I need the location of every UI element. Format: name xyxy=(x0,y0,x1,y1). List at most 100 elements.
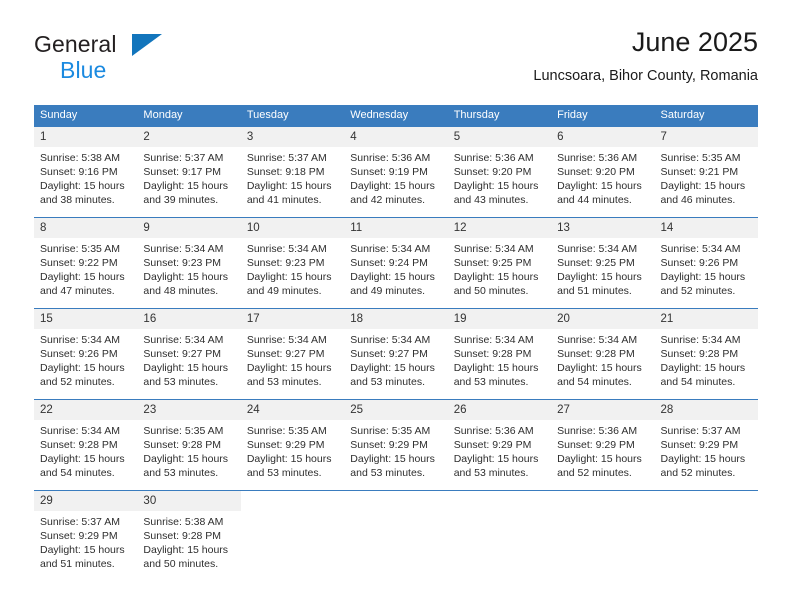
calendar-day-cell[interactable]: 5 Sunrise: 5:36 AM Sunset: 9:20 PM Daylight… xyxy=(447,126,552,218)
calendar-day-cell[interactable]: 22 Sunrise: 5:34 AM Sunset: 9:28 PM Dayligh… xyxy=(34,399,138,491)
day-cell-inner: 16 Sunrise: 5:34 AM Sunset: 9:27 PM Dayligh… xyxy=(137,309,241,399)
sunset-text: Sunset: 9:21 PM xyxy=(660,166,739,178)
calendar-day-cell[interactable]: 30 Sunrise: 5:38 AM Sunset: 9:28 PM Dayligh… xyxy=(137,490,241,579)
day-info: Sunrise: 5:35 AM Sunset: 9:22 PM Daylight:… xyxy=(34,238,137,298)
daylight-text-line1: Daylight: 15 hours xyxy=(246,271,332,283)
calendar-cell-empty xyxy=(344,490,448,579)
weekday-header-sunday: Sunday xyxy=(34,105,138,127)
calendar-header-row: Sunday Monday Tuesday Wednesday Thursday Frid… xyxy=(34,105,758,127)
day-info: Sunrise: 5:36 AM Sunset: 9:29 PM Daylight:… xyxy=(448,420,551,480)
daylight-text-line1: Daylight: 15 hours xyxy=(557,180,642,192)
calendar-day-cell[interactable]: 16 Sunrise: 5:34 AM Sunset: 9:27 PM Dayligh… xyxy=(137,308,241,400)
day-number: 23 xyxy=(137,400,241,420)
calendar-day-cell[interactable]: 6 Sunrise: 5:36 AM Sunset: 9:20 PM Daylight… xyxy=(551,126,655,218)
calendar-day-cell[interactable]: 2 Sunrise: 5:37 AM Sunset: 9:17 PM Daylight… xyxy=(137,126,241,218)
sunset-text: Sunset: 9:25 PM xyxy=(453,257,532,269)
calendar-day-cell[interactable]: 1 Sunrise: 5:38 AM Sunset: 9:16 PM Daylight… xyxy=(34,126,138,218)
day-number: 22 xyxy=(34,400,138,420)
day-number: 19 xyxy=(447,309,552,329)
daylight-text-line2: and 53 minutes. xyxy=(453,376,529,388)
calendar-day-cell[interactable]: 18 Sunrise: 5:34 AM Sunset: 9:27 PM Dayligh… xyxy=(344,308,448,400)
day-cell-inner xyxy=(654,491,758,579)
day-number: 9 xyxy=(137,218,241,238)
calendar-day-cell[interactable]: 7 Sunrise: 5:35 AM Sunset: 9:21 PM Daylight… xyxy=(654,126,758,218)
day-cell-inner: 22 Sunrise: 5:34 AM Sunset: 9:28 PM Dayligh… xyxy=(34,400,138,490)
sunrise-text: Sunrise: 5:34 AM xyxy=(143,243,224,255)
sunset-text: Sunset: 9:25 PM xyxy=(557,257,635,269)
sunset-text: Sunset: 9:24 PM xyxy=(350,257,428,269)
sunrise-text: Sunrise: 5:37 AM xyxy=(246,152,327,164)
calendar-day-cell[interactable]: 28 Sunrise: 5:37 AM Sunset: 9:29 PM Dayligh… xyxy=(654,399,758,491)
calendar-day-cell[interactable]: 21 Sunrise: 5:34 AM Sunset: 9:28 PM Dayligh… xyxy=(654,308,758,400)
daylight-text-line1: Daylight: 15 hours xyxy=(143,362,229,374)
day-info: Sunrise: 5:34 AM Sunset: 9:25 PM Daylight:… xyxy=(448,238,551,298)
day-cell-inner: 19 Sunrise: 5:34 AM Sunset: 9:28 PM Dayligh… xyxy=(447,309,552,399)
day-info: Sunrise: 5:34 AM Sunset: 9:26 PM Daylight:… xyxy=(34,329,137,389)
day-number: 24 xyxy=(240,400,345,420)
daylight-text-line1: Daylight: 15 hours xyxy=(143,271,229,283)
calendar-day-cell[interactable]: 17 Sunrise: 5:34 AM Sunset: 9:27 PM Dayligh… xyxy=(240,308,345,400)
daylight-text-line1: Daylight: 15 hours xyxy=(660,362,746,374)
sunrise-text: Sunrise: 5:34 AM xyxy=(557,243,638,255)
day-cell-inner: 14 Sunrise: 5:34 AM Sunset: 9:26 PM Dayligh… xyxy=(654,218,758,308)
calendar-cell-empty xyxy=(654,490,758,579)
sunrise-text: Sunrise: 5:34 AM xyxy=(453,334,534,346)
sunset-text: Sunset: 9:27 PM xyxy=(143,348,222,360)
daylight-text-line2: and 53 minutes. xyxy=(453,467,529,479)
sunset-text: Sunset: 9:28 PM xyxy=(660,348,739,360)
calendar-day-cell[interactable]: 27 Sunrise: 5:36 AM Sunset: 9:29 PM Dayligh… xyxy=(551,399,655,491)
generalblue-logo[interactable]: General Blue xyxy=(34,32,234,88)
daylight-text-line1: Daylight: 15 hours xyxy=(246,362,332,374)
sunrise-text: Sunrise: 5:35 AM xyxy=(660,152,741,164)
calendar-day-cell[interactable]: 26 Sunrise: 5:36 AM Sunset: 9:29 PM Dayligh… xyxy=(447,399,552,491)
calendar-day-cell[interactable]: 12 Sunrise: 5:34 AM Sunset: 9:25 PM Dayligh… xyxy=(447,217,552,309)
day-info: Sunrise: 5:38 AM Sunset: 9:28 PM Daylight:… xyxy=(137,511,240,571)
day-number: 16 xyxy=(137,309,241,329)
day-number: 12 xyxy=(447,218,552,238)
day-info: Sunrise: 5:38 AM Sunset: 9:16 PM Daylight:… xyxy=(34,147,137,207)
day-info: Sunrise: 5:37 AM Sunset: 9:17 PM Daylight:… xyxy=(137,147,240,207)
day-info: Sunrise: 5:34 AM Sunset: 9:28 PM Daylight:… xyxy=(34,420,137,480)
day-number: 28 xyxy=(654,400,758,420)
calendar-day-cell[interactable]: 14 Sunrise: 5:34 AM Sunset: 9:26 PM Dayligh… xyxy=(654,217,758,309)
daylight-text-line2: and 53 minutes. xyxy=(246,467,322,479)
calendar-day-cell[interactable]: 4 Sunrise: 5:36 AM Sunset: 9:19 PM Daylight… xyxy=(344,126,448,218)
calendar-day-cell[interactable]: 20 Sunrise: 5:34 AM Sunset: 9:28 PM Dayligh… xyxy=(551,308,655,400)
daylight-text-line2: and 52 minutes. xyxy=(660,467,736,479)
day-info: Sunrise: 5:35 AM Sunset: 9:29 PM Daylight:… xyxy=(344,420,447,480)
daylight-text-line2: and 44 minutes. xyxy=(557,194,632,206)
calendar-day-cell[interactable]: 3 Sunrise: 5:37 AM Sunset: 9:18 PM Daylight… xyxy=(240,126,345,218)
calendar-day-cell[interactable]: 25 Sunrise: 5:35 AM Sunset: 9:29 PM Dayligh… xyxy=(344,399,448,491)
calendar-day-cell[interactable]: 9 Sunrise: 5:34 AM Sunset: 9:23 PM Daylight… xyxy=(137,217,241,309)
day-number: 8 xyxy=(34,218,138,238)
calendar-day-cell[interactable]: 11 Sunrise: 5:34 AM Sunset: 9:24 PM Dayligh… xyxy=(344,217,448,309)
sunset-text: Sunset: 9:26 PM xyxy=(660,257,739,269)
calendar-day-cell[interactable]: 23 Sunrise: 5:35 AM Sunset: 9:28 PM Dayligh… xyxy=(137,399,241,491)
page-subtitle: Luncsoara, Bihor County, Romania xyxy=(533,68,758,84)
sunrise-text: Sunrise: 5:36 AM xyxy=(557,425,638,437)
daylight-text-line2: and 51 minutes. xyxy=(557,285,632,297)
day-cell-inner: 13 Sunrise: 5:34 AM Sunset: 9:25 PM Dayligh… xyxy=(551,218,655,308)
daylight-text-line2: and 53 minutes. xyxy=(143,467,219,479)
day-number: 21 xyxy=(654,309,758,329)
calendar-page: General Blue June 2025 Luncsoara, Bihor … xyxy=(0,0,792,612)
sunset-text: Sunset: 9:28 PM xyxy=(143,530,222,542)
calendar-day-cell[interactable]: 24 Sunrise: 5:35 AM Sunset: 9:29 PM Dayligh… xyxy=(240,399,345,491)
calendar-day-cell[interactable]: 10 Sunrise: 5:34 AM Sunset: 9:23 PM Dayligh… xyxy=(240,217,345,309)
daylight-text-line2: and 38 minutes. xyxy=(40,194,115,206)
calendar-day-cell[interactable]: 13 Sunrise: 5:34 AM Sunset: 9:25 PM Dayligh… xyxy=(551,217,655,309)
daylight-text-line2: and 51 minutes. xyxy=(40,558,115,570)
sunrise-text: Sunrise: 5:34 AM xyxy=(40,425,120,437)
day-info: Sunrise: 5:34 AM Sunset: 9:26 PM Daylight:… xyxy=(655,238,758,298)
calendar-day-cell[interactable]: 29 Sunrise: 5:37 AM Sunset: 9:29 PM Dayligh… xyxy=(34,490,138,579)
sunrise-text: Sunrise: 5:36 AM xyxy=(350,152,431,164)
daylight-text-line1: Daylight: 15 hours xyxy=(246,453,332,465)
day-info: Sunrise: 5:34 AM Sunset: 9:28 PM Daylight:… xyxy=(551,329,654,389)
day-cell-inner: 4 Sunrise: 5:36 AM Sunset: 9:19 PM Daylight… xyxy=(344,127,448,217)
weekday-header-thursday: Thursday xyxy=(447,105,552,127)
day-info: Sunrise: 5:34 AM Sunset: 9:27 PM Daylight:… xyxy=(344,329,447,389)
calendar-day-cell[interactable]: 19 Sunrise: 5:34 AM Sunset: 9:28 PM Dayligh… xyxy=(447,308,552,400)
calendar-day-cell[interactable]: 8 Sunrise: 5:35 AM Sunset: 9:22 PM Daylight… xyxy=(34,217,138,309)
sunrise-text: Sunrise: 5:34 AM xyxy=(246,243,327,255)
calendar-day-cell[interactable]: 15 Sunrise: 5:34 AM Sunset: 9:26 PM Dayligh… xyxy=(34,308,138,400)
